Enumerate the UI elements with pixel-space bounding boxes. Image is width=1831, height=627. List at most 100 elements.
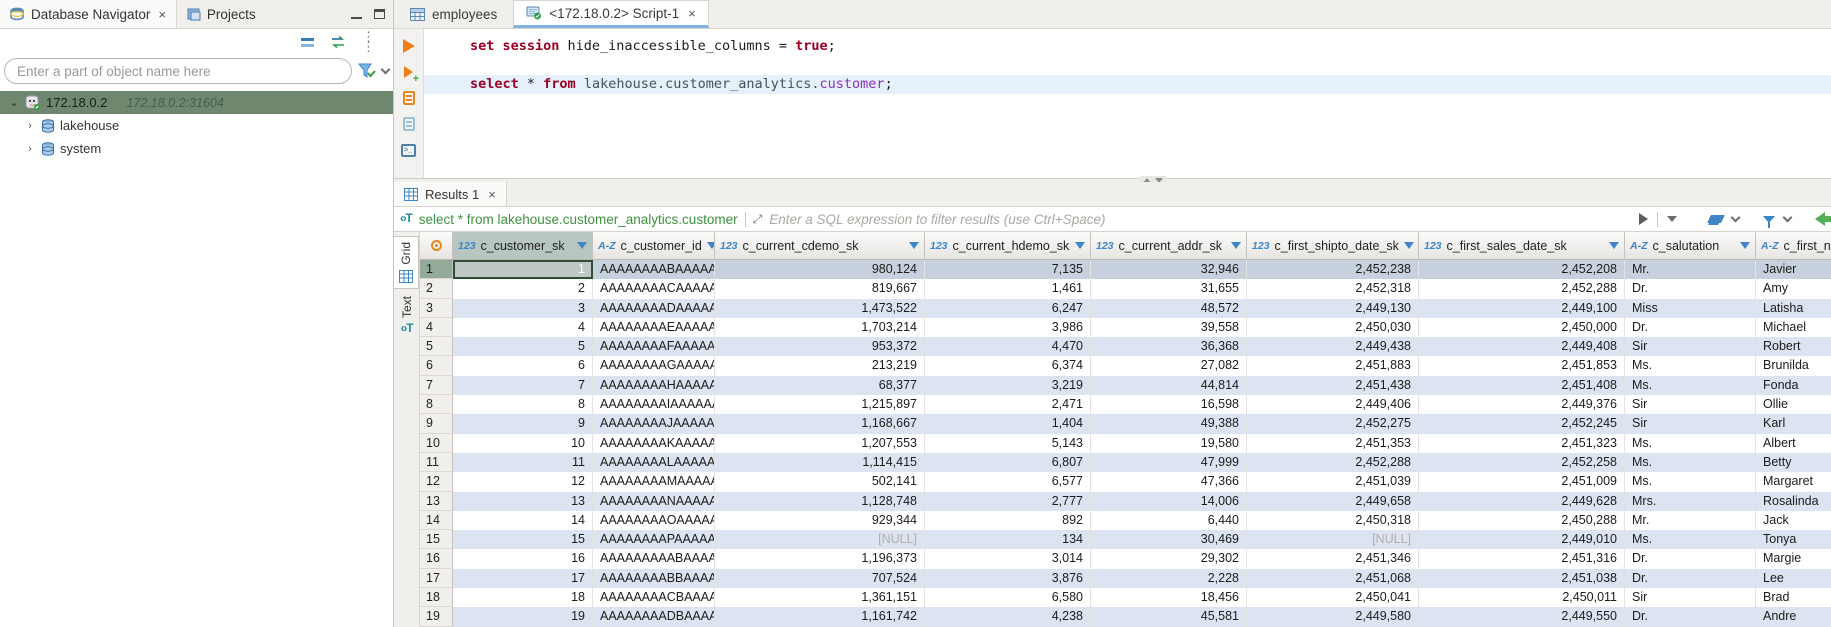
grid-cell[interactable]: 6,374 (925, 356, 1091, 375)
grid-cell[interactable]: 2,450,288 (1419, 511, 1625, 530)
tree-item-system[interactable]: › system (0, 137, 393, 160)
grid-cell[interactable]: Sir (1625, 337, 1756, 356)
grid-cell[interactable]: 2,449,408 (1419, 337, 1625, 356)
grid-cell[interactable]: 8 (453, 395, 593, 414)
grid-cell[interactable]: AAAAAAAAHAAAAAAA (593, 376, 715, 395)
grid-cell[interactable]: AAAAAAAAPAAAAAAA (593, 530, 715, 549)
grid-cell[interactable]: 2,449,658 (1247, 492, 1419, 511)
grid-cell[interactable]: 2,449,580 (1247, 607, 1419, 626)
grid-cell[interactable]: 2,451,438 (1247, 376, 1419, 395)
grid-cell[interactable]: 1,404 (925, 414, 1091, 433)
row-number-cell[interactable]: 16 (420, 549, 453, 568)
grid-cell[interactable]: Miss (1625, 299, 1756, 318)
grid-cell[interactable]: Dr. (1625, 318, 1756, 337)
row-number-cell[interactable]: 2 (420, 279, 453, 298)
grid-cell[interactable]: 9 (453, 414, 593, 433)
sort-dropdown-icon[interactable] (577, 242, 587, 249)
grid-cell[interactable]: 16,598 (1091, 395, 1247, 414)
grid-cell[interactable]: 27,082 (1091, 356, 1247, 375)
grid-cell[interactable]: 953,372 (715, 337, 925, 356)
row-number-cell[interactable]: 18 (420, 588, 453, 607)
grid-cell[interactable]: 3 (453, 299, 593, 318)
grid-cell[interactable]: Lee (1756, 569, 1831, 588)
grid-cell[interactable]: Robert (1756, 337, 1831, 356)
grid-cell[interactable]: AAAAAAAAJAAAAAAA (593, 414, 715, 433)
grid-cell[interactable]: 31,655 (1091, 279, 1247, 298)
grid-filter-icon[interactable] (1763, 216, 1775, 223)
grid-cell[interactable]: 2,449,376 (1419, 395, 1625, 414)
column-header-c_current_cdemo_sk[interactable]: 123c_current_cdemo_sk (715, 232, 925, 259)
column-header-c_current_addr_sk[interactable]: 123c_current_addr_sk (1091, 232, 1247, 259)
back-navigation-icon[interactable] (1815, 212, 1825, 226)
grid-cell[interactable]: Tonya (1756, 530, 1831, 549)
row-number-cell[interactable]: 7 (420, 376, 453, 395)
grid-cell[interactable]: Mr. (1625, 260, 1756, 279)
chevron-down-icon[interactable] (381, 65, 391, 75)
grid-cell[interactable]: 68,377 (715, 376, 925, 395)
grid-cell[interactable]: 3,986 (925, 318, 1091, 337)
expand-chevron-icon[interactable]: › (24, 143, 36, 155)
grid-cell[interactable]: 32,946 (1091, 260, 1247, 279)
column-header-c_current_hdemo_sk[interactable]: 123c_current_hdemo_sk (925, 232, 1091, 259)
grid-cell[interactable]: 2,452,208 (1419, 260, 1625, 279)
expand-chevron-icon[interactable]: › (24, 120, 36, 132)
grid-cell[interactable]: Javier (1756, 260, 1831, 279)
grid-cell[interactable]: 30,469 (1091, 530, 1247, 549)
filter-history-dropdown-icon[interactable] (1667, 216, 1677, 222)
grid-cell[interactable]: 16 (453, 549, 593, 568)
grid-cell[interactable]: 18 (453, 588, 593, 607)
grid-cell[interactable]: 1,361,151 (715, 588, 925, 607)
grid-cell[interactable]: 6,807 (925, 453, 1091, 472)
object-search-input[interactable] (4, 58, 352, 84)
grid-cell[interactable]: AAAAAAAADAAAAAAA (593, 299, 715, 318)
grid-cell[interactable]: 2,450,011 (1419, 588, 1625, 607)
grid-cell[interactable]: AAAAAAAAKAAAAAAA (593, 434, 715, 453)
grid-cell[interactable]: 2,452,258 (1419, 453, 1625, 472)
sort-dropdown-icon[interactable] (1404, 242, 1414, 249)
grid-cell[interactable]: Mr. (1625, 511, 1756, 530)
grid-cell[interactable]: 15 (453, 530, 593, 549)
grid-cell[interactable]: Dr. (1625, 279, 1756, 298)
grid-cell[interactable]: 2,450,030 (1247, 318, 1419, 337)
grid-cell[interactable]: 2,228 (1091, 569, 1247, 588)
row-number-cell[interactable]: 9 (420, 414, 453, 433)
grid-cell[interactable]: 17 (453, 569, 593, 588)
run-icon[interactable] (400, 38, 417, 54)
grid-cell[interactable]: 6,580 (925, 588, 1091, 607)
maximize-icon[interactable] (374, 9, 385, 19)
row-number-cell[interactable]: 14 (420, 511, 453, 530)
grid-cell[interactable]: 29,302 (1091, 549, 1247, 568)
grid-cell[interactable]: 134 (925, 530, 1091, 549)
collapse-expander-icon[interactable]: ⌄ (8, 96, 20, 109)
grid-cell[interactable]: Sir (1625, 395, 1756, 414)
grid-cell[interactable]: AAAAAAAAFAAAAAAA (593, 337, 715, 356)
grid-cell[interactable]: 3,014 (925, 549, 1091, 568)
grid-cell[interactable]: 2,451,009 (1419, 472, 1625, 491)
link-with-editor-icon[interactable] (329, 36, 347, 49)
grid-cell[interactable]: 1 (453, 260, 593, 279)
row-number-cell[interactable]: 11 (420, 453, 453, 472)
grid-cell[interactable]: 2,452,275 (1247, 414, 1419, 433)
row-number-cell[interactable]: 10 (420, 434, 453, 453)
minimize-icon[interactable] (351, 9, 362, 19)
close-icon[interactable]: × (158, 7, 166, 22)
grid-cell[interactable]: 3,219 (925, 376, 1091, 395)
column-header-c_customer_id[interactable]: A-Zc_customer_id (593, 232, 715, 259)
grid-cell[interactable]: 2,452,288 (1247, 453, 1419, 472)
grid-cell[interactable]: 2,451,408 (1419, 376, 1625, 395)
grid-cell[interactable]: 1,114,415 (715, 453, 925, 472)
grid-cell[interactable]: 819,667 (715, 279, 925, 298)
row-number-cell[interactable]: 4 (420, 318, 453, 337)
grid-cell[interactable]: 2,451,039 (1247, 472, 1419, 491)
grid-cell[interactable]: 2,777 (925, 492, 1091, 511)
expand-filter-icon[interactable]: ⤢ (753, 212, 763, 227)
tree-item-connection[interactable]: ⌄ 172.18.0.2 172.18.0.2:31604 (0, 91, 393, 114)
grid-cell[interactable]: 707,524 (715, 569, 925, 588)
grid-cell[interactable]: 2,451,038 (1419, 569, 1625, 588)
column-header-c_first_name[interactable]: A-Zc_first_name (1756, 232, 1831, 259)
grid-cell[interactable]: 6,247 (925, 299, 1091, 318)
grid-cell[interactable]: 39,558 (1091, 318, 1247, 337)
grid-cell[interactable]: 1,196,373 (715, 549, 925, 568)
grid-cell[interactable]: 1,161,742 (715, 607, 925, 626)
run-script-icon[interactable] (400, 90, 417, 106)
